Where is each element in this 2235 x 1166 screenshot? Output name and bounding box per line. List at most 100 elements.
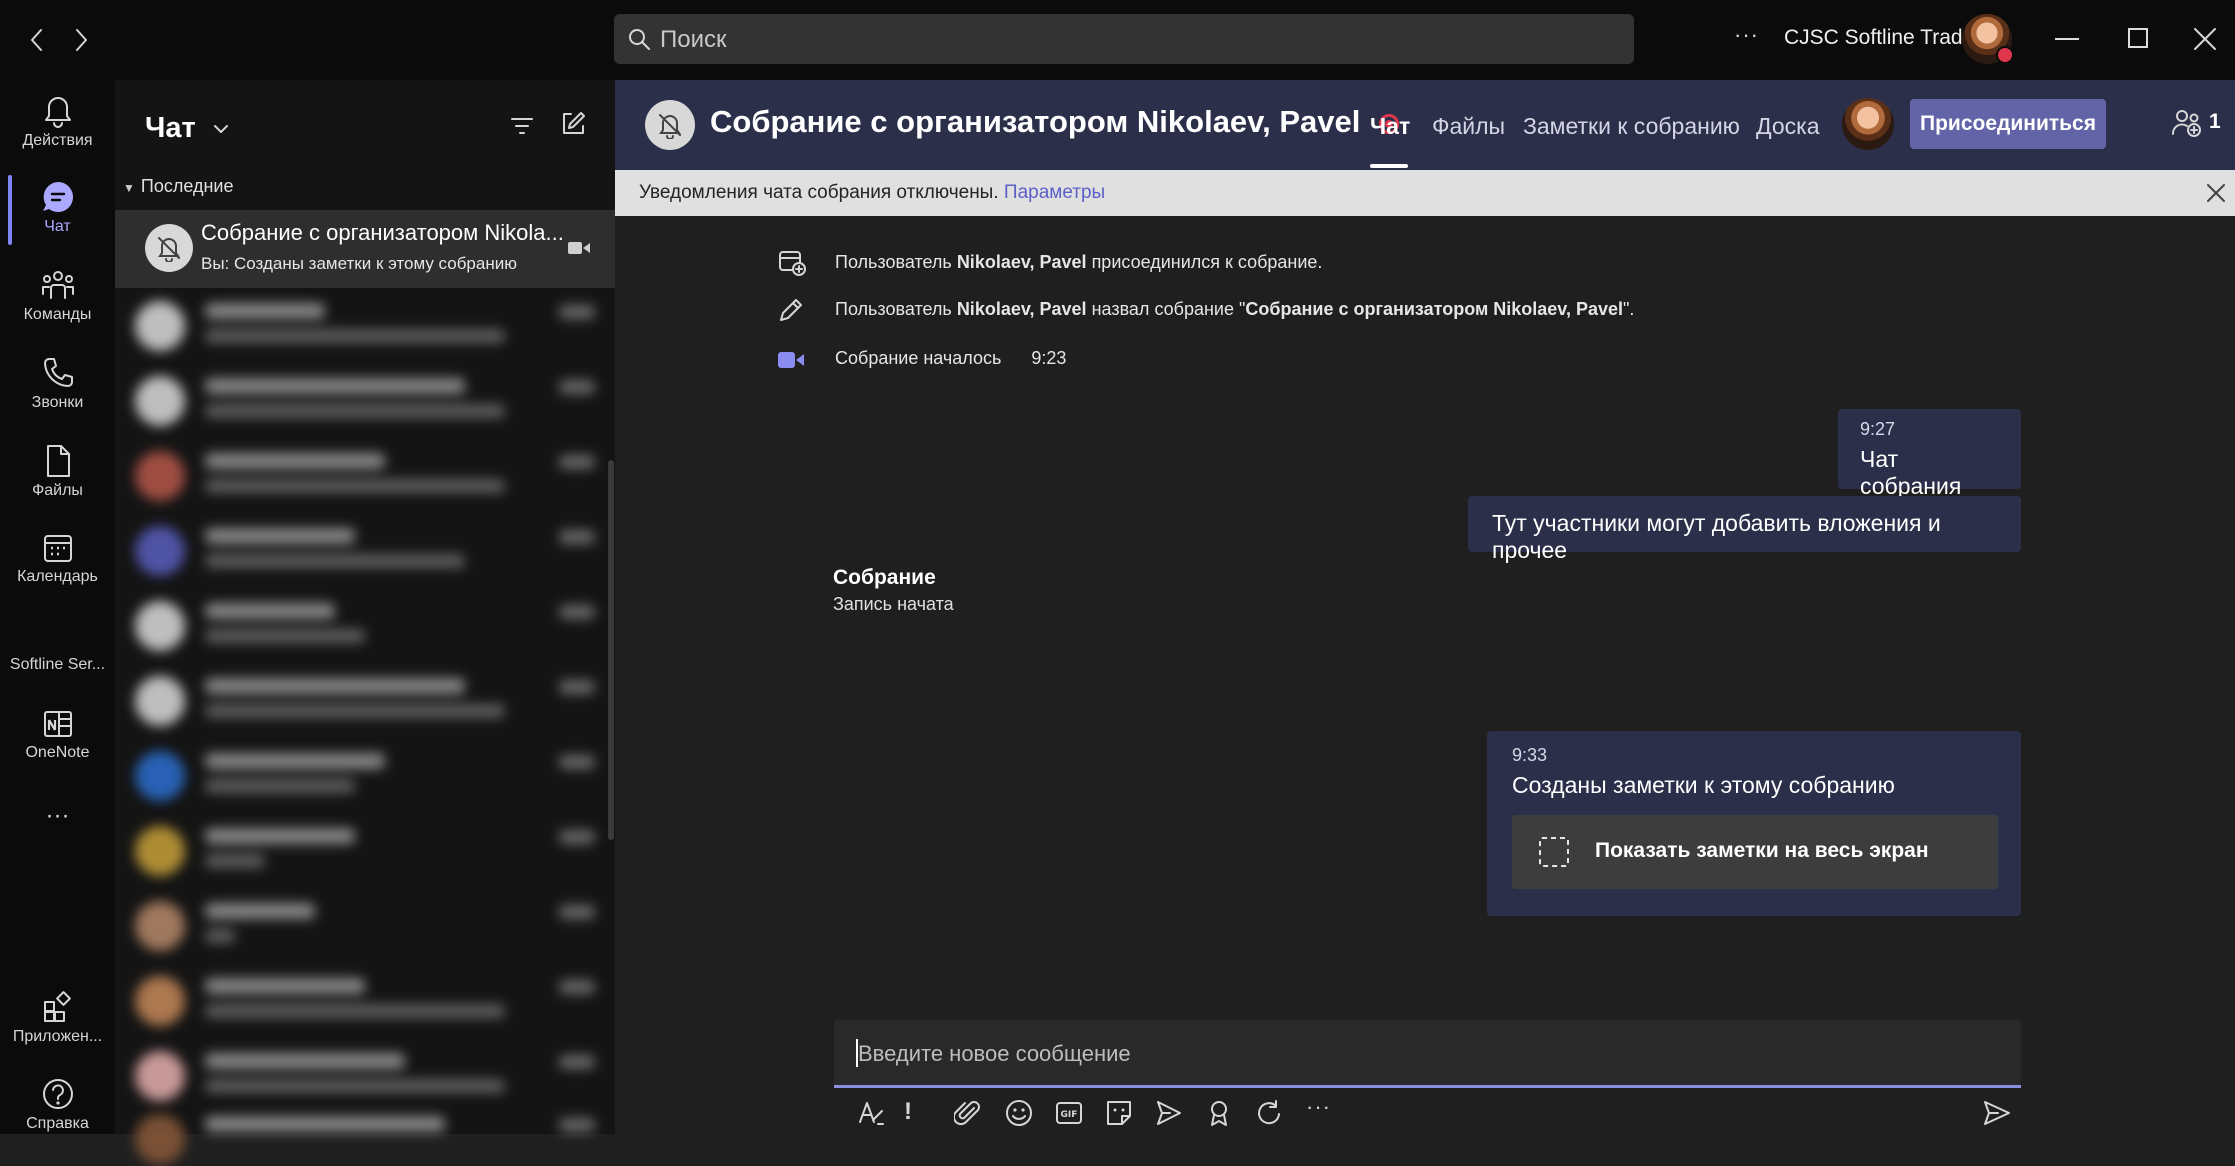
chat-item-preview: Вы: Созданы заметки к этому собранию	[201, 254, 517, 273]
list-item[interactable]	[135, 1047, 605, 1103]
message-text: Чат собрания	[1860, 446, 1962, 499]
rail-chat[interactable]: Чат	[0, 180, 115, 236]
tab-whiteboard[interactable]: Доска	[1756, 113, 1820, 140]
app-rail: Действия Чат Команды Звонки Файлы Календ…	[0, 80, 115, 1134]
message-bubble[interactable]: 9:33 Созданы заметки к этому собранию По…	[1487, 731, 2021, 916]
loop-icon[interactable]	[1254, 1098, 1284, 1128]
list-item[interactable]	[135, 822, 605, 878]
event-time: 9:23	[1031, 348, 1067, 368]
priority-icon[interactable]: !	[904, 1098, 912, 1126]
close-icon[interactable]	[2192, 26, 2218, 52]
more-actions-icon[interactable]: ···	[1306, 1094, 1331, 1120]
list-item[interactable]	[135, 297, 605, 353]
rail-activity[interactable]: Действия	[0, 92, 115, 150]
participants-icon	[2172, 110, 2201, 137]
rail-label: Приложен...	[12, 1028, 103, 1045]
calendar-add-icon	[777, 249, 807, 277]
filter-icon[interactable]	[509, 114, 535, 138]
notification-text-wrap: Уведомления чата собрания отключены. Пар…	[639, 182, 1105, 204]
chat-list-title[interactable]: Чат	[145, 112, 230, 145]
more-apps-button[interactable]: ···	[0, 802, 115, 830]
rail-calls[interactable]: Звонки	[0, 356, 115, 412]
chevron-down-icon	[213, 125, 228, 134]
phone-icon	[43, 358, 73, 387]
rail-label: Календарь	[17, 568, 98, 585]
message-compose-input[interactable]: Введите новое сообщение	[834, 1020, 2021, 1088]
chat-list-item-selected[interactable]: Собрание с организатором Nikola... Вы: С…	[115, 210, 615, 288]
tab-files[interactable]: Файлы	[1432, 113, 1505, 140]
gif-icon[interactable]: GIF	[1054, 1098, 1084, 1128]
rail-label: Чат	[44, 218, 71, 235]
participant-avatar[interactable]	[1842, 98, 1894, 150]
rail-onenote[interactable]: OneNote	[0, 708, 115, 762]
search-placeholder: Поиск	[660, 26, 727, 53]
back-arrow-icon[interactable]	[28, 26, 46, 54]
chat-list-scrollbar[interactable]	[608, 460, 614, 840]
new-chat-icon[interactable]	[559, 110, 587, 138]
meeting-title: Собрание с организатором Nikolaev, Pavel	[710, 104, 1399, 140]
list-item[interactable]	[135, 372, 605, 428]
more-options-button[interactable]: ···	[1734, 22, 1759, 48]
rail-softline[interactable]: Softline Ser...	[0, 620, 115, 674]
event-text: Пользователь	[835, 299, 957, 319]
minimize-icon[interactable]	[2055, 38, 2079, 40]
attach-icon[interactable]	[954, 1098, 982, 1128]
list-item[interactable]	[135, 672, 605, 728]
caret-down-icon: ▼	[123, 181, 135, 195]
message-time: 9:33	[1512, 745, 1548, 765]
message-time: 9:27	[1860, 419, 1896, 439]
event-text: назвал собрание "	[1086, 299, 1246, 319]
section-label: Последние	[140, 176, 234, 196]
search-icon	[626, 26, 652, 52]
rail-files[interactable]: Файлы	[0, 444, 115, 500]
section-recent[interactable]: ▼ Последние	[123, 176, 233, 197]
tab-meeting-notes[interactable]: Заметки к собранию	[1523, 113, 1740, 140]
title-bar: Поиск ··· CJSC Softline Trade	[0, 0, 2235, 80]
help-icon	[42, 1079, 73, 1109]
list-item[interactable]	[135, 972, 605, 1028]
rail-label: Справка	[26, 1115, 89, 1132]
join-button[interactable]: Присоединиться	[1910, 99, 2106, 149]
praise-icon[interactable]	[1204, 1098, 1234, 1128]
fullscreen-icon	[1539, 837, 1569, 867]
rail-calendar[interactable]: Календарь	[0, 532, 115, 586]
forward-arrow-icon[interactable]	[72, 26, 90, 54]
message-bubble[interactable]: Тут участники могут добавить вложения и …	[1468, 496, 2021, 563]
event-renamed: Пользователь Nikolaev, Pavel назвал собр…	[835, 299, 1634, 320]
rail-label: Действия	[22, 132, 93, 149]
list-item[interactable]	[135, 747, 605, 803]
participants-button[interactable]: 1	[2171, 108, 2221, 138]
format-icon[interactable]	[856, 1098, 886, 1128]
list-item[interactable]	[135, 897, 605, 953]
search-input[interactable]: Поиск	[614, 14, 1634, 64]
send-icon[interactable]	[1982, 1098, 2012, 1128]
message-bubble[interactable]: 9:27 Чат собрания	[1838, 409, 2021, 499]
event-meeting-name: Собрание с организатором Nikolaev, Pavel	[1245, 299, 1624, 319]
video-camera-icon	[567, 240, 591, 256]
tab-chat[interactable]: Чат	[1370, 113, 1410, 140]
maximize-icon[interactable]	[2128, 28, 2148, 48]
video-camera-icon	[777, 349, 805, 371]
schedule-meeting-icon[interactable]	[1154, 1098, 1184, 1128]
apps-icon	[43, 991, 71, 1022]
list-item[interactable]	[135, 597, 605, 653]
rail-teams[interactable]: Команды	[0, 268, 115, 324]
list-item[interactable]	[135, 447, 605, 503]
meeting-title-text: Собрание с организатором Nikolaev, Pavel	[710, 104, 1361, 139]
compose-placeholder: Введите новое сообщение	[858, 1041, 1131, 1066]
event-joined: Пользователь Nikolaev, Pavel присоединил…	[835, 252, 1322, 273]
chat-icon	[42, 182, 73, 212]
list-item[interactable]	[135, 522, 605, 578]
sticker-icon[interactable]	[1104, 1098, 1134, 1128]
settings-link[interactable]: Параметры	[1004, 182, 1105, 203]
event-text: присоединился к собрание.	[1086, 252, 1323, 272]
rail-apps[interactable]: Приложен...	[0, 990, 115, 1046]
meeting-event-card[interactable]: Собрание Запись начата	[833, 566, 954, 615]
onenote-icon	[43, 711, 72, 737]
emoji-icon[interactable]	[1004, 1098, 1034, 1128]
dismiss-close-icon[interactable]	[2205, 182, 2227, 204]
show-notes-fullscreen-button[interactable]: Показать заметки на весь экран	[1512, 815, 1998, 889]
list-item[interactable]	[135, 1110, 605, 1166]
rail-help[interactable]: Справка	[0, 1077, 115, 1133]
rail-label: Файлы	[32, 482, 83, 499]
